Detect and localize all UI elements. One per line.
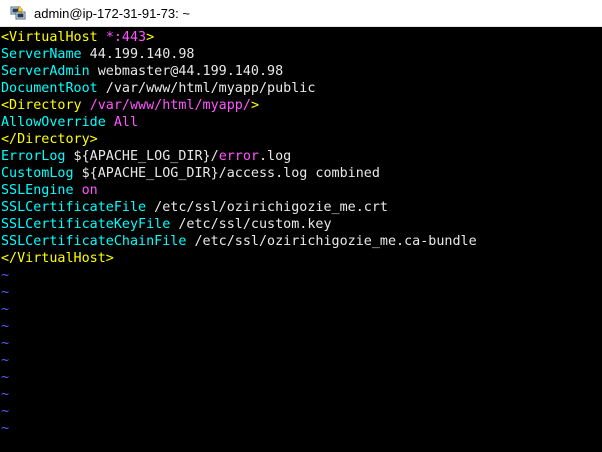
directive-value: 44.199.140.98	[81, 47, 195, 62]
directive-name: SSLCertificateKeyFile	[1, 217, 171, 232]
directive-name: ServerName	[1, 47, 82, 62]
directive-name: AllowOverride	[1, 115, 106, 130]
tag-open: </VirtualHost>	[1, 251, 114, 266]
directive-value: ${APACHE_LOG_DIR}/	[65, 149, 219, 164]
editor-line: </Directory>	[1, 131, 602, 148]
empty-line-tilde: ~	[1, 336, 10, 351]
window-title: admin@ip-172-31-91-73: ~	[34, 5, 190, 21]
editor-line: SSLCertificateKeyFile /etc/ssl/custom.ke…	[1, 216, 602, 233]
directive-name: SSLEngine	[1, 183, 74, 198]
editor-line: DocumentRoot /var/www/html/myapp/public	[1, 80, 602, 97]
empty-line-tilde: ~	[1, 404, 10, 419]
directive-value: /etc/ssl/ozirichigozie_me.crt	[146, 200, 388, 215]
directive-name: SSLCertificateChainFile	[1, 234, 187, 249]
directive-keyword: on	[73, 183, 98, 198]
directive-value: /etc/ssl/custom.key	[170, 217, 332, 232]
tag-close: >	[250, 98, 259, 113]
empty-line-tilde: ~	[1, 421, 10, 436]
directive-value: webmaster@44.199.140.98	[89, 64, 284, 79]
directive-value: /etc/ssl/ozirichigozie_me.ca-bundle	[186, 234, 477, 249]
tag-argument: /var/www/html/myapp/	[89, 98, 251, 113]
tag-open: </Directory>	[1, 132, 98, 147]
directive-keyword: error	[218, 149, 259, 164]
editor-line: ServerAdmin webmaster@44.199.140.98	[1, 63, 602, 80]
putty-icon	[10, 5, 26, 20]
editor-line: SSLCertificateChainFile /etc/ssl/ozirich…	[1, 233, 602, 250]
empty-line-tilde: ~	[1, 387, 10, 402]
directive-name: ErrorLog	[1, 149, 66, 164]
editor-line: <VirtualHost *:443>	[1, 29, 602, 46]
directive-value: ${APACHE_LOG_DIR}/access.log combined	[73, 166, 380, 181]
empty-line-tilde: ~	[1, 319, 10, 334]
directive-name: ServerAdmin	[1, 64, 90, 79]
tag-close: >	[146, 30, 155, 45]
title-bar[interactable]: admin@ip-172-31-91-73: ~	[0, 0, 602, 27]
tag-argument: *:443	[105, 30, 147, 45]
empty-line-tilde: ~	[1, 353, 10, 368]
editor-line: AllowOverride All	[1, 114, 602, 131]
directive-name: DocumentRoot	[1, 81, 98, 96]
tag-open: <VirtualHost	[1, 30, 106, 45]
empty-line-tilde: ~	[1, 302, 10, 317]
editor-line: CustomLog ${APACHE_LOG_DIR}/access.log c…	[1, 165, 602, 182]
editor-line: ServerName 44.199.140.98	[1, 46, 602, 63]
directive-value: /var/www/html/myapp/public	[97, 81, 316, 96]
vim-editor[interactable]: <VirtualHost *:443> ServerName 44.199.140…	[0, 29, 602, 452]
directive-keyword: All	[105, 115, 139, 130]
empty-line-tilde: ~	[1, 370, 10, 385]
directive-name: SSLCertificateFile	[1, 200, 147, 215]
directive-value: .log	[259, 149, 292, 164]
directive-name: CustomLog	[1, 166, 74, 181]
empty-line-tilde: ~	[1, 285, 10, 300]
empty-line-tilde: ~	[1, 268, 10, 283]
editor-line: SSLCertificateFile /etc/ssl/ozirichigozi…	[1, 199, 602, 216]
editor-line: ErrorLog ${APACHE_LOG_DIR}/error.log	[1, 148, 602, 165]
editor-line: </VirtualHost>	[1, 250, 602, 267]
editor-line: SSLEngine on	[1, 182, 602, 199]
editor-line: <Directory /var/www/html/myapp/>	[1, 97, 602, 114]
terminal-window: admin@ip-172-31-91-73: ~ <VirtualHost *:…	[0, 0, 602, 452]
tag-open: <Directory	[1, 98, 90, 113]
